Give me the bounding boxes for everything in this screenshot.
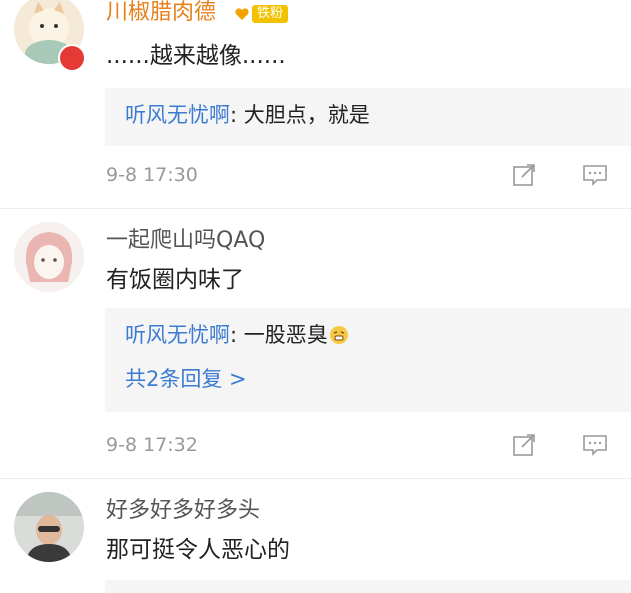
timestamp: 9-8 17:32 [106, 434, 198, 456]
username[interactable]: 一起爬山吗QAQ [106, 228, 265, 254]
fan-badge-label: 铁粉 [252, 5, 289, 23]
share-icon[interactable] [512, 433, 538, 457]
username[interactable]: 好多好多好多头 [106, 498, 260, 524]
comment-text: ......越来越像...... [106, 43, 286, 69]
timestamp: 9-8 17:30 [106, 164, 198, 186]
reply-line[interactable]: 听风无忧啊: 大胆点，就是 [125, 102, 370, 128]
more-replies-link[interactable]: 共2条回复 > [125, 366, 247, 392]
verified-badge-icon [58, 44, 86, 72]
username[interactable]: 川椒腊肉德 [106, 0, 216, 26]
avatar[interactable] [14, 492, 84, 562]
comment-1: 川椒腊肉德 铁粉 ......越来越像...... 听风无忧啊: 大胆点，就是 … [0, 0, 631, 205]
comment-text: 那可挺令人恶心的 [106, 537, 290, 563]
reply-box[interactable] [105, 580, 631, 593]
divider [0, 208, 631, 209]
reply-text: : 一股恶臭 [230, 323, 328, 347]
heart-icon [235, 8, 249, 20]
fan-badge: 铁粉 [234, 4, 289, 24]
reply-box[interactable]: 听风无忧啊: 一股恶臭 共2条回复 > [105, 308, 631, 412]
persevere-emoji-icon [329, 326, 348, 344]
comment-2: 一起爬山吗QAQ 有饭圈内味了 听风无忧啊: 一股恶臭 共2条回复 > 9-8 … [0, 220, 631, 480]
reply-line[interactable]: 听风无忧啊: 一股恶臭 [125, 322, 349, 348]
comment-icon[interactable] [582, 433, 608, 457]
divider [0, 478, 631, 479]
comment-icon[interactable] [582, 163, 608, 187]
reply-author[interactable]: 听风无忧啊 [125, 323, 230, 347]
share-icon[interactable] [512, 163, 538, 187]
comment-3: 好多好多好多头 那可挺令人恶心的 [0, 488, 631, 593]
avatar[interactable] [14, 222, 84, 292]
reply-text: : 大胆点，就是 [230, 103, 370, 127]
reply-box[interactable]: 听风无忧啊: 大胆点，就是 [105, 88, 631, 146]
reply-author[interactable]: 听风无忧啊 [125, 103, 230, 127]
comment-text: 有饭圈内味了 [106, 267, 244, 293]
